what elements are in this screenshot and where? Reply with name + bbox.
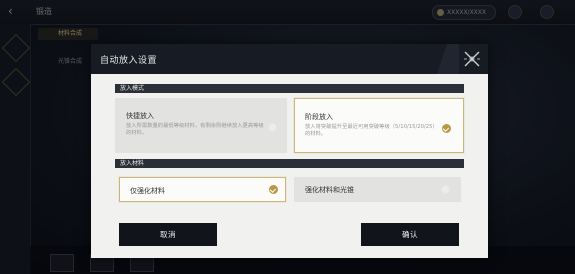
option-title: 快捷放入 xyxy=(126,112,154,120)
option-enhance-only[interactable]: 仅强化材料 xyxy=(119,177,286,202)
option-description: 放入将突破提升至最近可用突破等级（5/10/15/20/25）的材料。 xyxy=(305,124,438,137)
option-enhance-and-lightcone[interactable]: 强化材料和光锥 xyxy=(294,177,461,202)
option-title: 阶段放入 xyxy=(305,113,333,121)
section-header-mode: 放入模式 xyxy=(115,84,464,93)
auto-fill-settings-dialog: 自动放入设置 放入模式 快捷放入 放入所需数量的最低等级材料，有剩余则继续放入更… xyxy=(91,44,488,258)
checkmark-icon xyxy=(442,124,451,133)
section-header-materials: 放入材料 xyxy=(115,159,464,168)
header-decoration xyxy=(433,44,459,74)
section-label: 放入材料 xyxy=(120,160,145,167)
radio-unchecked-icon xyxy=(441,185,450,194)
dialog-header: 自动放入设置 xyxy=(91,44,488,74)
dialog-title: 自动放入设置 xyxy=(100,56,158,66)
option-title: 强化材料和光锥 xyxy=(305,186,354,194)
cancel-button[interactable]: 取消 xyxy=(119,223,217,246)
option-stage-fill[interactable]: 阶段放入 放入将突破提升至最近可用突破等级（5/10/15/20/25）的材料。 xyxy=(294,98,464,153)
close-icon xyxy=(464,51,480,67)
radio-unchecked-icon xyxy=(268,123,277,132)
option-description: 放入所需数量的最低等级材料，有剩余则继续放入更高等级的材料。 xyxy=(126,123,264,136)
checkmark-icon xyxy=(269,185,278,194)
section-label: 放入模式 xyxy=(120,85,145,92)
option-title: 仅强化材料 xyxy=(130,187,165,195)
close-button[interactable] xyxy=(462,49,482,69)
option-quick-fill[interactable]: 快捷放入 放入所需数量的最低等级材料，有剩余则继续放入更高等级的材料。 xyxy=(115,98,287,153)
confirm-button[interactable]: 确认 xyxy=(361,223,459,246)
